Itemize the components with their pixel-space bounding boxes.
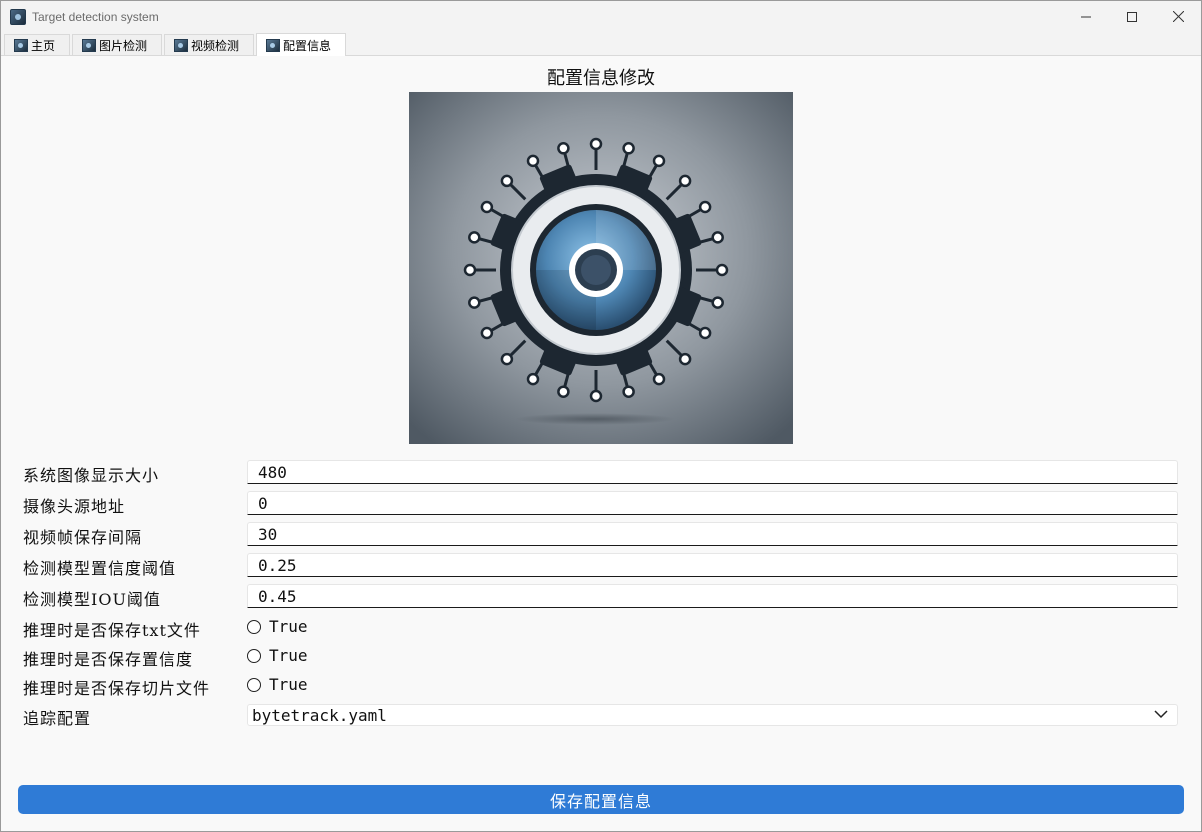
radio-circle-icon[interactable]: [247, 677, 261, 692]
circuit-node: [678, 174, 692, 188]
save-config-button[interactable]: 保存配置信息: [18, 785, 1184, 814]
gear-circuit-icon: [409, 92, 793, 444]
circuit-node: [480, 200, 494, 214]
circuit-node: [526, 372, 540, 386]
confidence-threshold-input[interactable]: [247, 553, 1178, 577]
close-button[interactable]: [1155, 1, 1201, 32]
circuit-node: [463, 263, 477, 277]
circuit-node: [622, 142, 635, 155]
circuit-node: [480, 326, 494, 340]
radio-option-label[interactable]: True: [269, 617, 308, 636]
window-controls: [1063, 1, 1201, 32]
maximize-button[interactable]: [1109, 1, 1155, 32]
minimize-icon: [1081, 16, 1091, 17]
iou-threshold-input[interactable]: [247, 584, 1178, 608]
circuit-node: [557, 142, 570, 155]
tab-label: 视频检测: [191, 38, 240, 53]
app-logo-icon: [14, 38, 28, 52]
app-logo-icon: [266, 38, 280, 52]
circuit-node: [500, 174, 514, 188]
save-conf-label: 推理时是否保存置信度: [23, 650, 194, 669]
tab-label: 图片检测: [99, 38, 148, 53]
camera-source-label: 摄像头源地址: [23, 497, 126, 516]
tab-label: 配置信息: [283, 38, 332, 53]
page-title: 配置信息修改: [547, 68, 655, 89]
circuit-node: [698, 200, 712, 214]
circuit-node: [557, 385, 570, 398]
circuit-node: [715, 263, 729, 277]
tracker-config-select[interactable]: bytetrack.yaml: [247, 704, 1178, 726]
tracker-config-label: 追踪配置: [23, 709, 92, 728]
tab-video-detection[interactable]: 视频检测: [164, 34, 254, 55]
frame-interval-input[interactable]: [247, 522, 1178, 546]
app-logo-icon: [10, 8, 26, 25]
camera-source-input[interactable]: [247, 491, 1178, 515]
circuit-node: [678, 352, 692, 366]
tab-image-detection[interactable]: 图片检测: [72, 34, 162, 55]
iou-threshold-label: 检测模型IOU阈值: [23, 590, 161, 609]
radio-option-label[interactable]: True: [269, 646, 308, 665]
circuit-node: [652, 154, 666, 168]
display-size-input[interactable]: [247, 460, 1178, 484]
radio-circle-icon[interactable]: [247, 619, 261, 634]
circuit-node: [589, 389, 603, 403]
save-txt-label: 推理时是否保存txt文件: [23, 621, 201, 640]
save-txt-radio[interactable]: True: [247, 617, 308, 636]
window-title: Target detection system: [32, 9, 159, 24]
app-window: Target detection system 主页 图片检测 视频检测 配置信…: [0, 0, 1202, 832]
title-bar[interactable]: Target detection system: [1, 1, 1201, 32]
circuit-node: [526, 154, 540, 168]
settings-illustration: [409, 92, 793, 444]
app-logo-icon: [82, 38, 96, 52]
maximize-icon: [1127, 11, 1137, 22]
tab-config[interactable]: 配置信息: [256, 33, 346, 56]
circuit-node: [622, 385, 635, 398]
tab-label: 主页: [31, 38, 56, 53]
circuit-node: [589, 137, 603, 151]
circuit-node: [468, 296, 481, 309]
chevron-down-icon[interactable]: [1154, 710, 1168, 719]
close-icon: [1172, 11, 1184, 22]
circuit-node: [500, 352, 514, 366]
tab-bar: 主页 图片检测 视频检测 配置信息: [1, 32, 1201, 56]
tab-home[interactable]: 主页: [4, 34, 70, 55]
display-size-label: 系统图像显示大小: [23, 466, 160, 485]
app-logo-icon: [174, 38, 188, 52]
save-crop-label: 推理时是否保存切片文件: [23, 679, 211, 698]
frame-interval-label: 视频帧保存间隔: [23, 528, 143, 547]
tracker-config-value: bytetrack.yaml: [252, 705, 387, 725]
radio-option-label[interactable]: True: [269, 675, 308, 694]
save-conf-radio[interactable]: True: [247, 646, 308, 665]
config-page: 配置信息修改 系统图像显示大小 480 摄像头源地址 0 视频帧保存间隔 30 …: [1, 56, 1201, 831]
circuit-node: [468, 231, 481, 244]
circuit-node: [711, 231, 724, 244]
save-crop-radio[interactable]: True: [247, 675, 308, 694]
circuit-node: [652, 372, 666, 386]
confidence-threshold-label: 检测模型置信度阈值: [23, 559, 177, 578]
circuit-node: [711, 296, 724, 309]
minimize-button[interactable]: [1063, 1, 1109, 32]
circuit-node: [698, 326, 712, 340]
radio-circle-icon[interactable]: [247, 648, 261, 663]
